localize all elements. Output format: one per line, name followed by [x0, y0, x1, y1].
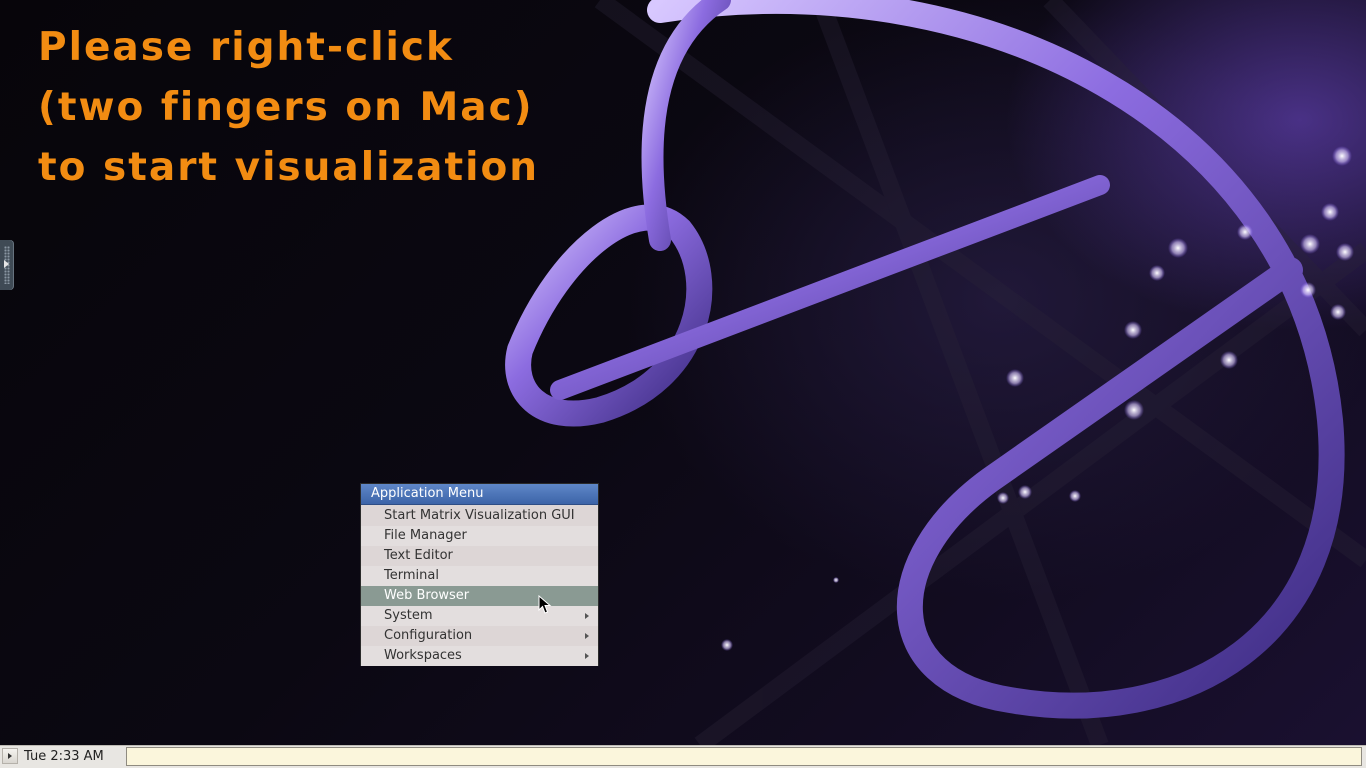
- mouse-cursor-icon: [538, 595, 552, 614]
- menu-item-label: Terminal: [384, 568, 439, 583]
- menu-item-label: Text Editor: [384, 548, 453, 563]
- taskbar-task-list[interactable]: [126, 747, 1362, 766]
- taskbar: Tue 2:33 AM: [0, 745, 1366, 768]
- menu-item-web-browser[interactable]: Web Browser: [361, 586, 598, 606]
- instruction-line: Please right-click: [38, 25, 454, 70]
- menu-item-terminal[interactable]: Terminal: [361, 566, 598, 586]
- submenu-arrow-icon: [585, 653, 589, 659]
- menu-item-label: File Manager: [384, 528, 467, 543]
- menu-item-system[interactable]: System: [361, 606, 598, 626]
- menu-title: Application Menu: [361, 484, 598, 505]
- submenu-arrow-icon: [585, 613, 589, 619]
- menu-item-label: Start Matrix Visualization GUI: [384, 508, 575, 523]
- play-arrow-icon: [8, 753, 12, 759]
- menu-item-label: Configuration: [384, 628, 473, 643]
- desktop-background[interactable]: Please right-click (two fingers on Mac) …: [0, 0, 1366, 745]
- menu-item-label: Workspaces: [384, 648, 462, 663]
- side-panel-handle[interactable]: [0, 240, 14, 290]
- expand-arrow-icon: [4, 260, 9, 268]
- application-menu: Application Menu Start Matrix Visualizat…: [361, 484, 598, 666]
- menu-item-text-editor[interactable]: Text Editor: [361, 546, 598, 566]
- menu-item-start-matrix-visualization[interactable]: Start Matrix Visualization GUI: [361, 506, 598, 526]
- menu-item-file-manager[interactable]: File Manager: [361, 526, 598, 546]
- instruction-line: to start visualization: [38, 145, 540, 190]
- menu-item-configuration[interactable]: Configuration: [361, 626, 598, 646]
- taskbar-menu-button[interactable]: [2, 748, 18, 764]
- instruction-line: (two fingers on Mac): [38, 85, 534, 130]
- instruction-text: Please right-click (two fingers on Mac) …: [38, 18, 539, 198]
- menu-item-workspaces[interactable]: Workspaces: [361, 646, 598, 666]
- submenu-arrow-icon: [585, 633, 589, 639]
- menu-item-label: System: [384, 608, 433, 623]
- taskbar-clock[interactable]: Tue 2:33 AM: [24, 746, 104, 768]
- menu-item-list: Start Matrix Visualization GUI File Mana…: [361, 505, 598, 666]
- menu-item-label: Web Browser: [384, 588, 470, 603]
